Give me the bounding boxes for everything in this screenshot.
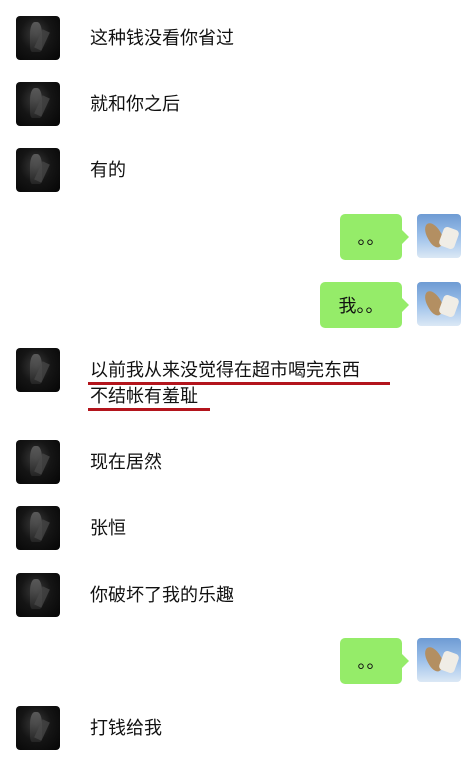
contact-avatar[interactable]: [16, 440, 60, 484]
contact-avatar[interactable]: [16, 82, 60, 126]
highlight-underline: [88, 382, 390, 385]
message-bubble[interactable]: 。。: [340, 214, 409, 260]
message-text: 现在居然: [90, 452, 162, 473]
self-avatar[interactable]: [417, 214, 461, 258]
message-text: 这种钱没看你省过: [90, 28, 234, 49]
contact-avatar[interactable]: [16, 506, 60, 550]
contact-avatar[interactable]: [16, 706, 60, 750]
contact-avatar[interactable]: [16, 573, 60, 617]
message-text: 就和你之后: [90, 94, 180, 115]
message-bubble[interactable]: 我。。: [320, 282, 409, 328]
message-text: 你破坏了我的乐趣: [90, 585, 234, 606]
message-text-line2: 不结帐有羞耻: [90, 386, 198, 407]
highlight-underline: [88, 408, 210, 411]
self-avatar[interactable]: [417, 638, 461, 682]
message-text: 有的: [90, 160, 126, 181]
contact-avatar[interactable]: [16, 348, 60, 392]
message-text-line1: 以前我从来没觉得在超市喝完东西: [90, 360, 360, 381]
contact-avatar[interactable]: [16, 16, 60, 60]
message-text: 张恒: [90, 518, 126, 539]
message-bubble[interactable]: 。。: [340, 638, 409, 684]
contact-avatar[interactable]: [16, 148, 60, 192]
message-text: 打钱给我: [90, 718, 162, 739]
self-avatar[interactable]: [417, 282, 461, 326]
